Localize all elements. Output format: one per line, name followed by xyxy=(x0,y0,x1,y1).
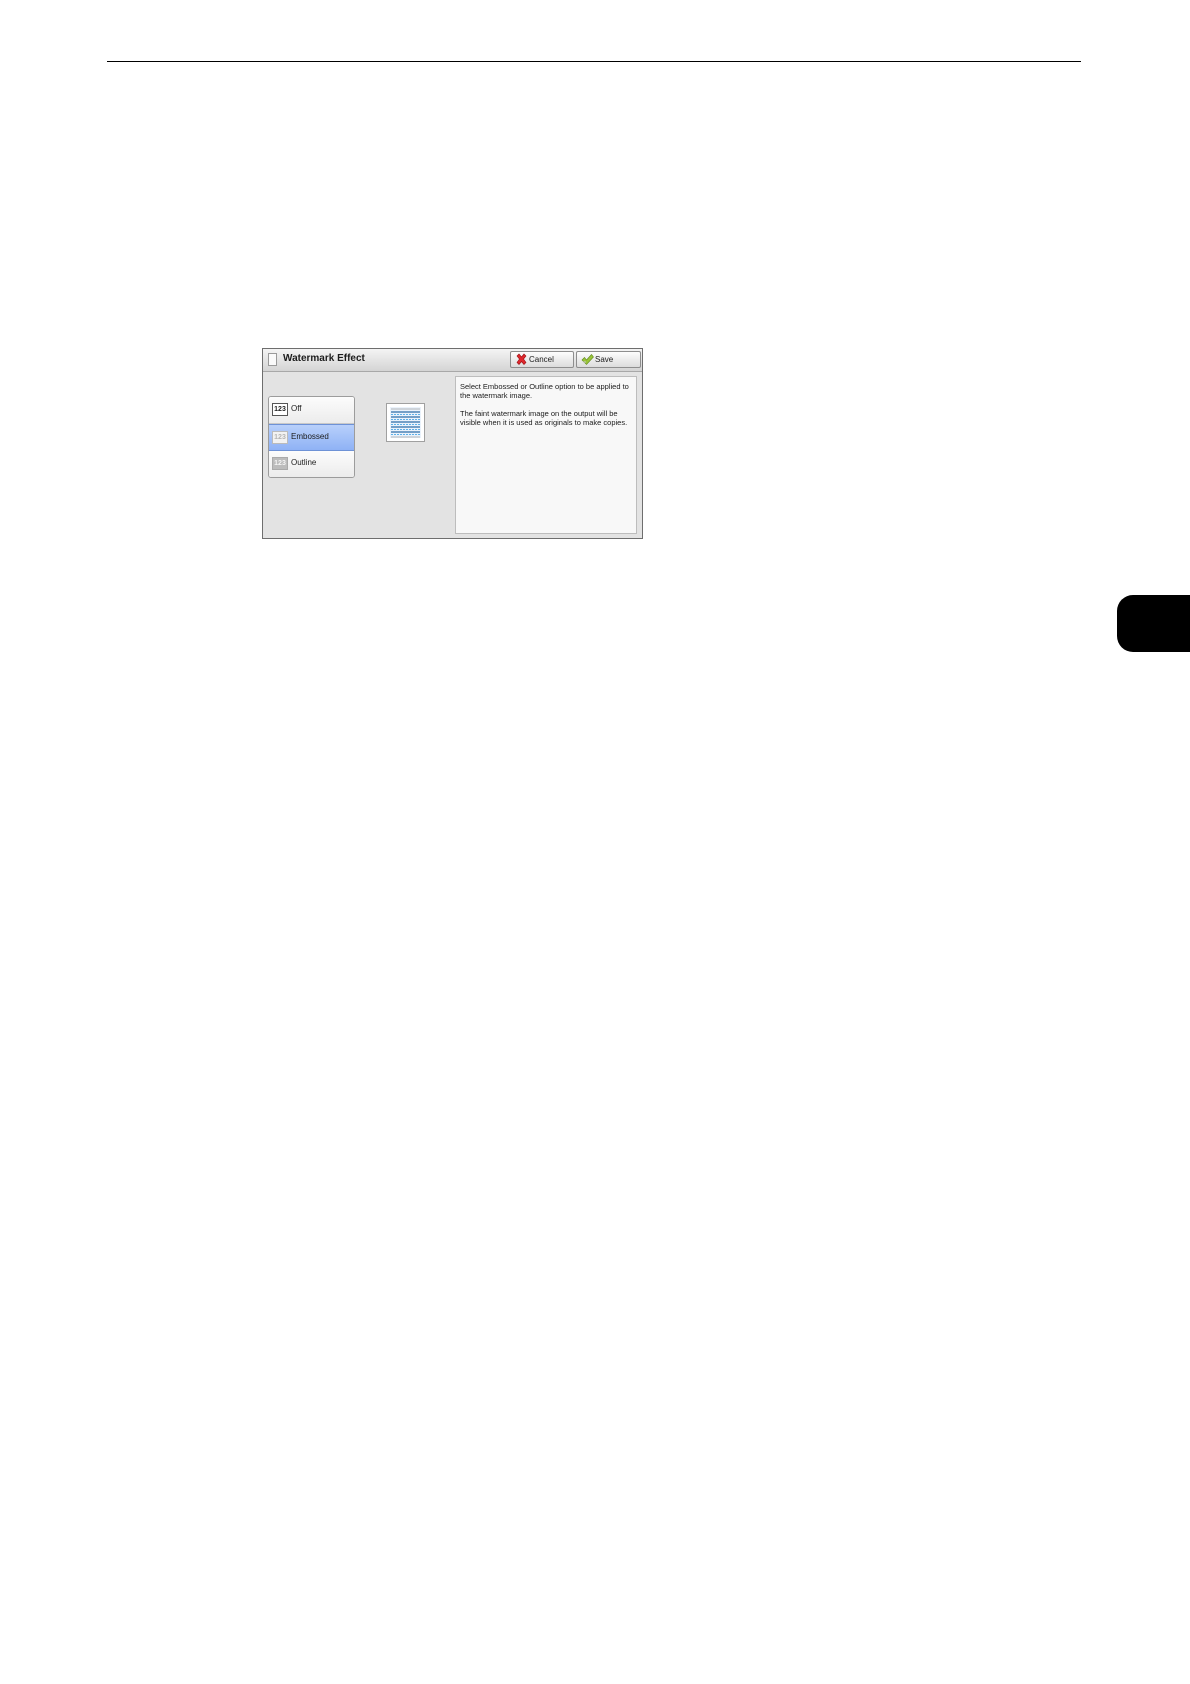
save-button[interactable]: Save xyxy=(576,351,641,368)
dialog-title: Watermark Effect xyxy=(283,353,365,364)
number-icon: 123 xyxy=(272,403,288,416)
number-icon: 123 xyxy=(272,431,288,444)
option-label: Embossed xyxy=(291,432,329,441)
document-icon xyxy=(268,353,277,366)
dialog-titlebar: Watermark Effect Cancel Save xyxy=(263,349,642,372)
number-icon: 123 xyxy=(272,457,288,470)
save-label: Save xyxy=(595,355,614,364)
option-embossed[interactable]: 123 Embossed xyxy=(269,424,354,451)
option-label: Outline xyxy=(291,458,317,467)
description-panel: Select Embossed or Outline option to be … xyxy=(455,376,637,534)
description-text-2: The faint watermark image on the output … xyxy=(460,409,628,427)
green-check-icon xyxy=(581,354,594,365)
effect-option-list: 123 Off 123 Embossed 123 Outline xyxy=(268,396,355,478)
red-x-icon xyxy=(516,353,527,365)
header-rule xyxy=(107,61,1081,62)
cancel-button[interactable]: Cancel xyxy=(510,351,574,368)
description-text-1: Select Embossed or Outline option to be … xyxy=(460,382,629,400)
option-label: Off xyxy=(291,404,302,413)
chapter-tab xyxy=(1117,595,1190,652)
watermark-effect-dialog: Watermark Effect Cancel Save 123 Off 123… xyxy=(262,348,643,539)
option-outline[interactable]: 123 Outline xyxy=(269,451,354,477)
watermark-preview-icon xyxy=(386,403,425,442)
option-off[interactable]: 123 Off xyxy=(269,397,354,424)
cancel-label: Cancel xyxy=(529,355,554,364)
